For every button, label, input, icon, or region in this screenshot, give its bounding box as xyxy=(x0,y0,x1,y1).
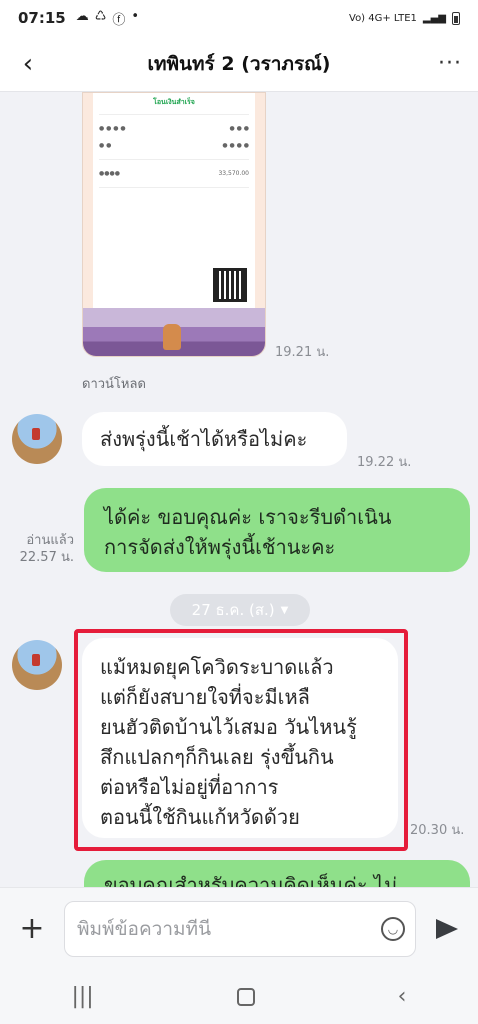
receipt-illustration xyxy=(83,308,265,356)
outgoing-message[interactable]: ขอบคุณสำหรับความคิดเห็นค่ะ ไม่ xyxy=(84,860,470,887)
message-line: แต่ก็ยังสบายใจที่จะมีเหลื xyxy=(100,685,310,709)
status-bar: 07:15 ☁ ♺ ⓕ • Vo) 4G+ LTE1 ▂▄▆ xyxy=(0,0,478,36)
read-label: อ่านแล้ว xyxy=(26,533,74,548)
message-input[interactable] xyxy=(77,917,371,940)
status-notification-icons: ☁ ♺ ⓕ • xyxy=(76,9,139,28)
back-button[interactable]: ‹ xyxy=(0,36,56,92)
message-text: ส่งพรุ่งนี้เช้าได้หรือไม่คะ xyxy=(100,427,308,451)
more-dots-icon: ··· xyxy=(438,51,462,76)
signal-icon: ▂▄▆ xyxy=(422,12,446,24)
facebook-icon: ⓕ xyxy=(112,12,126,28)
cloud-icon: ☁ xyxy=(75,8,89,24)
message-time: 19.21 น. xyxy=(275,345,330,360)
chat-header: ‹ เทพินทร์ 2 (วราภรณ์) ··· xyxy=(0,36,478,92)
message-line: การจัดส่งให้พรุ่งนี้เช้านะคะ xyxy=(104,535,336,559)
back-icon: ‹ xyxy=(397,984,407,1009)
battery-icon xyxy=(452,11,460,25)
caret-down-icon: ▼ xyxy=(280,604,289,616)
back-system-button[interactable]: ‹ xyxy=(398,984,407,1009)
recycle-icon: ♺ xyxy=(94,8,107,24)
emoji-button[interactable]: ◡ xyxy=(381,916,405,941)
date-label: 27 ธ.ค. (ส.) xyxy=(191,601,275,619)
message-line: ตอนนี้ใช้กินแก้หวัดด้วย xyxy=(100,805,300,829)
status-time: 07:15 xyxy=(18,9,66,27)
back-chevron-icon: ‹ xyxy=(22,48,34,79)
send-icon xyxy=(436,918,458,939)
message-time: 22.57 น. xyxy=(19,550,74,565)
chat-title: เทพินทร์ 2 (วราภรณ์) xyxy=(147,52,331,75)
message-line: สึกแปลกๆก็กินเลย รุ่งขึ้นกิน xyxy=(100,745,334,769)
incoming-message[interactable]: ส่งพรุ่งนี้เช้าได้หรือไม่คะ xyxy=(82,412,347,466)
qr-code xyxy=(213,268,247,302)
read-receipt: อ่านแล้ว 22.57 น. xyxy=(4,532,74,566)
contact-avatar[interactable] xyxy=(12,414,62,464)
system-nav-bar: ||| ‹ xyxy=(0,969,478,1024)
network-label: Vo) 4G+ LTE1 xyxy=(349,12,417,24)
more-options-button[interactable]: ··· xyxy=(422,36,478,92)
message-time: 20.30 น. xyxy=(410,823,465,838)
receipt-status: โอนเงินสำเร็จ xyxy=(153,98,195,106)
message-input-bar: + ◡ xyxy=(0,887,478,969)
receipt-image[interactable]: โอนเงินสำเร็จ ● ● ● ● ● ● ● ● ● ● ● ● ● ●●… xyxy=(82,92,266,357)
dot-icon: • xyxy=(131,8,140,24)
download-link[interactable]: ดาวน์โหลด xyxy=(82,373,146,394)
message-line: แม้หมดยุคโควิดระบาดแล้ว xyxy=(100,655,334,679)
contact-avatar[interactable] xyxy=(12,640,62,690)
incoming-message[interactable]: แม้หมดยุคโควิดระบาดแล้ว แต่ก็ยังสบายใจที… xyxy=(82,638,398,838)
status-system-icons: Vo) 4G+ LTE1 ▂▄▆ xyxy=(349,11,460,25)
attach-button[interactable]: + xyxy=(0,888,64,970)
message-line: ยนฮัวติดบ้านไว้เสมอ วันไหนรู้ xyxy=(100,715,357,739)
date-separator[interactable]: 27 ธ.ค. (ส.) ▼ xyxy=(170,594,310,626)
receipt-slip: โอนเงินสำเร็จ ● ● ● ● ● ● ● ● ● ● ● ● ● ●●… xyxy=(93,93,255,308)
message-text: ขอบคุณสำหรับความคิดเห็นค่ะ ไม่ xyxy=(104,873,398,887)
recents-icon: ||| xyxy=(71,984,94,1009)
receipt-amount: 33,570.00 xyxy=(218,170,249,177)
message-field[interactable]: ◡ xyxy=(64,900,416,957)
message-time: 19.22 น. xyxy=(357,455,412,470)
outgoing-message[interactable]: ได้ค่ะ ขอบคุณค่ะ เราจะรีบดำเนิน การจัดส่… xyxy=(84,488,470,572)
send-button[interactable] xyxy=(416,888,478,970)
home-button[interactable] xyxy=(236,987,255,1006)
message-line: ได้ค่ะ ขอบคุณค่ะ เราจะรีบดำเนิน xyxy=(104,505,392,529)
plus-icon: + xyxy=(19,911,45,946)
message-line: ต่อหรือไม่อยู่ที่อาการ xyxy=(100,775,279,799)
chat-area[interactable]: โอนเงินสำเร็จ ● ● ● ● ● ● ● ● ● ● ● ● ● ●●… xyxy=(0,92,478,887)
emoji-icon: ◡ xyxy=(387,921,399,936)
recents-button[interactable]: ||| xyxy=(71,984,93,1009)
